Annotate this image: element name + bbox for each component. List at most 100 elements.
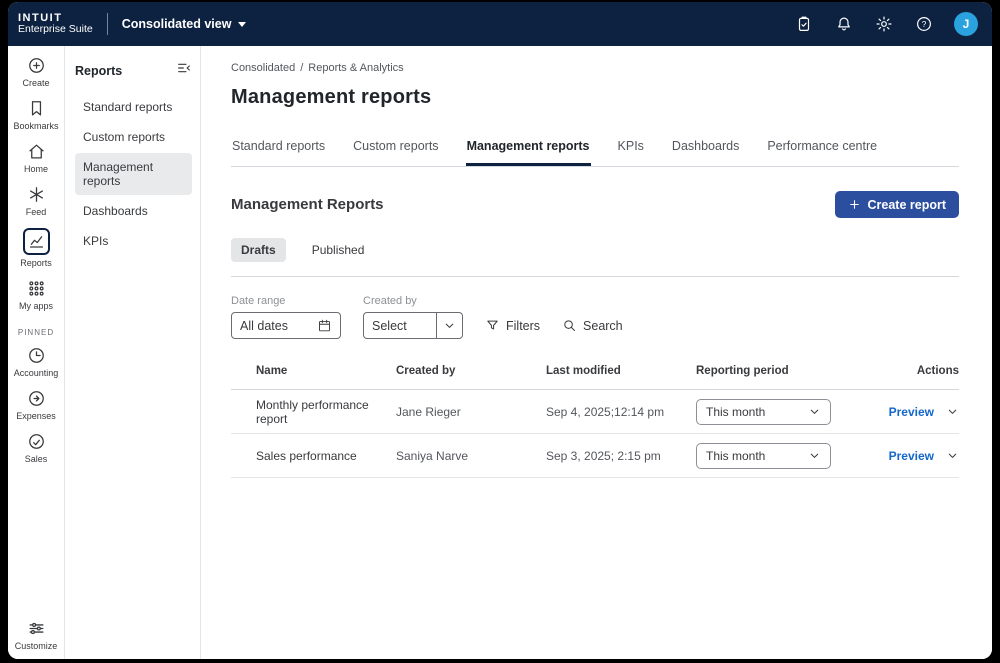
reports-active-indicator — [23, 228, 50, 255]
user-avatar[interactable]: J — [954, 12, 978, 36]
search-icon — [562, 318, 577, 333]
sidebar-item-dashboards[interactable]: Dashboards — [75, 197, 192, 225]
funnel-icon — [485, 318, 500, 333]
report-last-modified: Sep 4, 2025;12:14 pm — [546, 405, 696, 419]
reports-chart-icon — [27, 232, 46, 251]
sidebar-title: Reports — [75, 64, 122, 78]
rail-item-reports[interactable]: Reports — [8, 228, 64, 268]
rail-item-expenses[interactable]: Expenses — [8, 389, 64, 421]
created-by-select[interactable]: Select — [363, 312, 463, 339]
rail-item-my-apps[interactable]: My apps — [8, 279, 64, 311]
chip-drafts[interactable]: Drafts — [231, 238, 286, 262]
reporting-period-select[interactable]: This month — [696, 443, 831, 469]
create-report-button[interactable]: Create report — [835, 191, 960, 218]
tasks-icon[interactable] — [794, 14, 814, 34]
rail-item-feed[interactable]: Feed — [8, 185, 64, 217]
rail-label-expenses: Expenses — [16, 411, 56, 421]
date-range-label: Date range — [231, 295, 341, 307]
rail-item-bookmarks[interactable]: Bookmarks — [8, 99, 64, 131]
rail-label-accounting: Accounting — [14, 368, 59, 378]
tab-custom-reports[interactable]: Custom reports — [352, 133, 439, 166]
breadcrumb-separator: / — [300, 62, 303, 74]
main-content: Consolidated / Reports & Analytics Manag… — [201, 46, 992, 659]
create-report-label: Create report — [868, 198, 947, 212]
column-last-modified: Last modified — [546, 365, 696, 377]
tab-performance-centre[interactable]: Performance centre — [766, 133, 878, 166]
customize-sliders-icon — [27, 619, 46, 638]
report-name[interactable]: Monthly performance report — [256, 398, 396, 426]
rail-label-bookmarks: Bookmarks — [13, 121, 58, 131]
rail-item-create[interactable]: Create — [8, 56, 64, 88]
reports-sidebar: Reports Standard reports Custom reports … — [65, 46, 201, 659]
tab-dashboards[interactable]: Dashboards — [671, 133, 740, 166]
report-tabs: Standard reports Custom reports Manageme… — [231, 133, 959, 167]
chevron-down-icon — [436, 313, 462, 338]
settings-gear-icon[interactable] — [874, 14, 894, 34]
tab-kpis[interactable]: KPIs — [617, 133, 645, 166]
row-actions-chevron-icon[interactable] — [946, 449, 959, 462]
breadcrumb-consolidated[interactable]: Consolidated — [231, 62, 295, 74]
brand-line2: Enterprise Suite — [18, 24, 93, 35]
table-header-row: Name Created by Last modified Reporting … — [231, 365, 959, 390]
rail-item-accounting[interactable]: Accounting — [8, 346, 64, 378]
rail-item-customize[interactable]: Customize — [8, 619, 64, 651]
topbar-divider — [107, 13, 108, 35]
reporting-period-select[interactable]: This month — [696, 399, 831, 425]
sidebar-item-management-reports[interactable]: Management reports — [75, 153, 192, 195]
filter-bar: Date range All dates Created by Select — [231, 295, 959, 339]
created-by-value: Select — [372, 319, 407, 333]
accounting-app-icon — [27, 346, 46, 365]
column-reporting-period: Reporting period — [696, 365, 849, 377]
created-by-label: Created by — [363, 295, 463, 307]
rail-label-feed: Feed — [26, 207, 47, 217]
sidebar-item-custom-reports[interactable]: Custom reports — [75, 123, 192, 151]
section-heading: Management Reports — [231, 196, 384, 213]
bookmark-icon — [27, 99, 46, 118]
reports-table: Name Created by Last modified Reporting … — [231, 365, 959, 478]
breadcrumb: Consolidated / Reports & Analytics — [231, 62, 959, 74]
calendar-icon — [317, 318, 332, 333]
table-row: Sales performance Saniya Narve Sep 3, 20… — [231, 434, 959, 478]
column-created-by: Created by — [396, 365, 546, 377]
reporting-period-value: This month — [706, 405, 765, 419]
plus-circle-icon — [27, 56, 46, 75]
left-icon-rail: Create Bookmarks Home Feed Reports — [8, 46, 65, 659]
column-name: Name — [256, 365, 396, 377]
preview-link[interactable]: Preview — [889, 405, 934, 419]
view-selector[interactable]: Consolidated view — [122, 17, 247, 31]
intuit-logo: INTUIT Enterprise Suite — [18, 13, 93, 36]
sidebar-item-kpis[interactable]: KPIs — [75, 227, 192, 255]
date-range-input[interactable]: All dates — [231, 312, 341, 339]
report-name[interactable]: Sales performance — [256, 449, 396, 463]
sales-app-icon — [27, 432, 46, 451]
app-window: INTUIT Enterprise Suite Consolidated vie… — [8, 2, 992, 659]
filters-button[interactable]: Filters — [485, 318, 540, 339]
rail-label-home: Home — [24, 164, 48, 174]
tab-management-reports[interactable]: Management reports — [466, 133, 591, 166]
rail-label-create: Create — [22, 78, 49, 88]
preview-link[interactable]: Preview — [889, 449, 934, 463]
sidebar-collapse-icon[interactable] — [176, 60, 192, 81]
notifications-bell-icon[interactable] — [834, 14, 854, 34]
tab-standard-reports[interactable]: Standard reports — [231, 133, 326, 166]
search-button[interactable]: Search — [562, 318, 623, 339]
chevron-down-icon — [808, 449, 821, 462]
rail-item-sales[interactable]: Sales — [8, 432, 64, 464]
date-range-value: All dates — [240, 319, 288, 333]
rail-label-reports: Reports — [20, 258, 52, 268]
expenses-app-icon — [27, 389, 46, 408]
table-row: Monthly performance report Jane Rieger S… — [231, 390, 959, 434]
help-icon[interactable]: ? — [914, 14, 934, 34]
chip-published[interactable]: Published — [302, 238, 375, 262]
rail-label-customize: Customize — [15, 641, 58, 651]
row-actions-chevron-icon[interactable] — [946, 405, 959, 418]
breadcrumb-reports-analytics[interactable]: Reports & Analytics — [308, 62, 403, 74]
pinned-section-label: PINNED — [18, 328, 54, 337]
sidebar-item-standard-reports[interactable]: Standard reports — [75, 93, 192, 121]
status-chips: Drafts Published — [231, 238, 959, 262]
top-navbar: INTUIT Enterprise Suite Consolidated vie… — [8, 2, 992, 46]
page-title: Management reports — [231, 86, 959, 109]
rail-item-home[interactable]: Home — [8, 142, 64, 174]
column-actions: Actions — [849, 365, 959, 377]
report-last-modified: Sep 3, 2025; 2:15 pm — [546, 449, 696, 463]
